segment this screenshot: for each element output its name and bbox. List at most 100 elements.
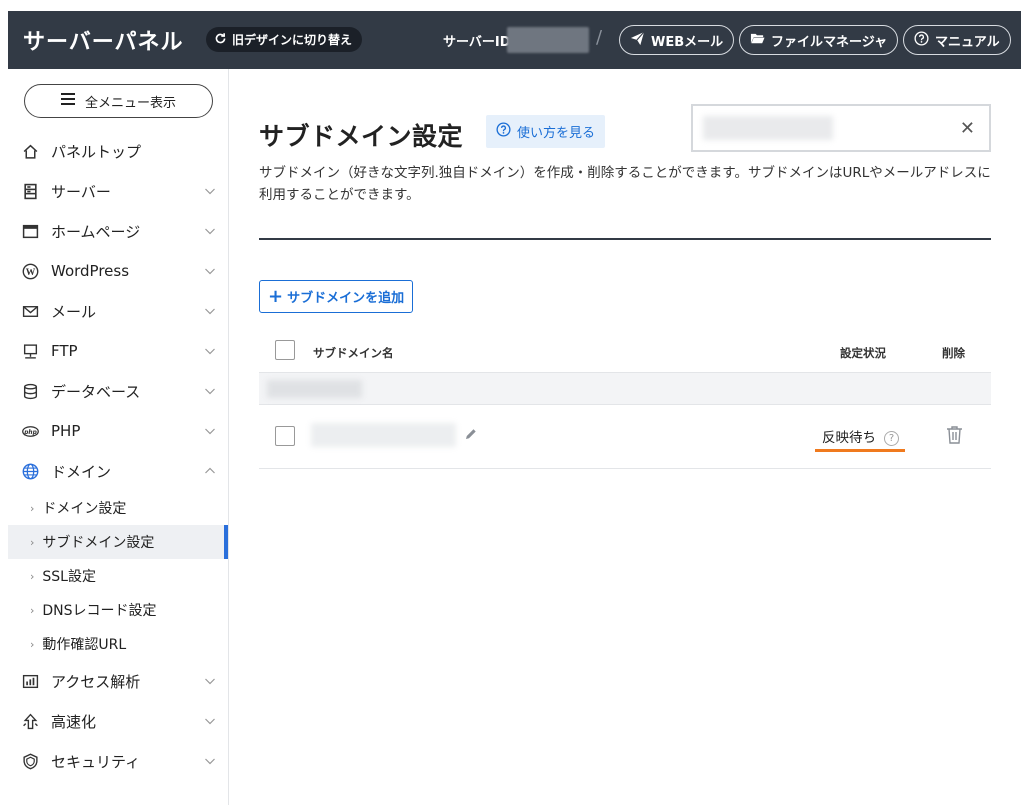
how-to-label: 使い方を見る <box>517 126 596 141</box>
column-header-delete: 削除 <box>942 346 965 360</box>
old-design-label: 旧デザインに切り替え <box>232 33 353 47</box>
select-all-checkbox[interactable] <box>275 340 295 360</box>
sidebar-item-access-analytics[interactable]: アクセス解析 <box>8 661 228 701</box>
speed-icon <box>22 713 39 730</box>
server-id-label: サーバーID <box>443 35 511 50</box>
trash-icon[interactable] <box>946 425 963 445</box>
sidebar-nav: パネルトップ サーバー ホームページ W WordPress メール FTP デ… <box>8 131 228 781</box>
help-icon[interactable]: ? <box>884 430 899 446</box>
chevron-down-icon <box>205 348 215 355</box>
chevron-down-icon <box>205 678 215 685</box>
sidebar-item-server[interactable]: サーバー <box>8 171 228 211</box>
shield-icon <box>22 753 39 770</box>
all-menu-button[interactable]: 全メニュー表示 <box>24 84 213 118</box>
all-menu-label: 全メニュー表示 <box>84 95 176 111</box>
sidebar-subitem-dns-record-settings[interactable]: › DNSレコード設定 <box>8 593 228 627</box>
status-text: 反映待ち? <box>822 426 899 446</box>
sidebar-subitem-ssl-settings[interactable]: › SSL設定 <box>8 559 228 593</box>
ftp-icon <box>22 343 39 360</box>
home-icon <box>22 143 39 160</box>
top-bar: サーバーパネル 旧デザインに切り替え サーバーID / WEBメール ファイルマ… <box>8 11 1021 69</box>
file-manager-label: ファイルマネージャ <box>771 34 888 50</box>
close-icon[interactable]: ✕ <box>960 118 975 139</box>
page-description: サブドメイン（好きな文字列.独自ドメイン）を作成・削除することができます。サブド… <box>259 165 991 203</box>
sidebar-item-label: パネルトップ <box>51 142 142 161</box>
sidebar-subitem-label: DNSレコード設定 <box>42 603 157 619</box>
sidebar-subitem-test-url[interactable]: › 動作確認URL <box>8 627 228 661</box>
row-checkbox[interactable] <box>275 426 295 446</box>
add-subdomain-label: サブドメインを追加 <box>287 291 405 306</box>
manual-label: マニュアル <box>935 34 1000 50</box>
svg-text:W: W <box>26 267 36 278</box>
php-icon: php <box>22 423 39 440</box>
webmail-label: WEBメール <box>651 34 724 50</box>
app-frame: サーバーパネル 旧デザインに切り替え サーバーID / WEBメール ファイルマ… <box>8 11 1021 805</box>
sidebar: 全メニュー表示 パネルトップ サーバー ホームページ W WordPress メ… <box>8 69 229 805</box>
column-header-subdomain: サブドメイン名 <box>313 346 394 360</box>
header-separator: / <box>596 27 603 48</box>
sidebar-item-label: FTP <box>51 342 78 360</box>
sidebar-item-label: メール <box>51 302 97 321</box>
sidebar-subitem-domain-settings[interactable]: › ドメイン設定 <box>8 491 228 525</box>
domain-filter-field[interactable]: ✕ <box>691 104 991 152</box>
database-icon <box>22 383 39 400</box>
chevron-down-icon <box>205 758 215 765</box>
sidebar-subitem-label: SSL設定 <box>42 569 96 585</box>
chart-icon <box>22 673 39 690</box>
chevron-down-icon <box>205 718 215 725</box>
globe-icon <box>22 463 39 480</box>
sidebar-item-label: ドメイン <box>51 462 112 481</box>
sidebar-item-homepage[interactable]: ホームページ <box>8 211 228 251</box>
chevron-right-icon: › <box>30 603 35 617</box>
file-manager-button[interactable]: ファイルマネージャ <box>739 25 899 55</box>
sidebar-item-wordpress[interactable]: W WordPress <box>8 251 228 291</box>
chevron-right-icon: › <box>30 501 35 515</box>
sidebar-item-database[interactable]: データベース <box>8 371 228 411</box>
help-circle-icon <box>496 122 511 141</box>
sidebar-item-label: PHP <box>51 422 81 440</box>
sidebar-item-label: セキュリティ <box>51 752 141 771</box>
chevron-down-icon <box>205 388 215 395</box>
brand-title: サーバーパネル <box>23 30 184 55</box>
chevron-up-icon <box>205 467 215 474</box>
sidebar-item-panel-top[interactable]: パネルトップ <box>8 131 228 171</box>
pencil-icon[interactable] <box>464 427 478 441</box>
refresh-icon <box>214 32 227 48</box>
status-underline <box>815 449 905 452</box>
domain-group-redacted <box>267 380 362 398</box>
webmail-button[interactable]: WEBメール <box>619 25 735 55</box>
sidebar-item-security[interactable]: セキュリティ <box>8 741 228 781</box>
sidebar-item-label: WordPress <box>51 262 130 280</box>
chevron-right-icon: › <box>30 569 35 583</box>
sidebar-item-label: ホームページ <box>51 222 141 241</box>
how-to-button[interactable]: 使い方を見る <box>486 115 606 148</box>
add-subdomain-button[interactable]: + サブドメインを追加 <box>259 280 414 313</box>
sidebar-item-speedup[interactable]: 高速化 <box>8 701 228 741</box>
sidebar-item-label: 高速化 <box>51 712 97 731</box>
folder-open-icon <box>750 31 765 50</box>
plus-icon: + <box>268 285 284 307</box>
sidebar-item-label: データベース <box>51 382 141 401</box>
sidebar-item-ftp[interactable]: FTP <box>8 331 228 371</box>
sidebar-subitem-subdomain-settings[interactable]: › サブドメイン設定 <box>8 525 228 559</box>
section-divider <box>259 238 991 240</box>
server-icon <box>22 183 39 200</box>
sidebar-item-domain[interactable]: ドメイン <box>8 451 228 491</box>
browser-icon <box>22 223 39 240</box>
old-design-toggle[interactable]: 旧デザインに切り替え <box>206 27 363 52</box>
sidebar-item-label: アクセス解析 <box>51 672 141 691</box>
column-header-status: 設定状況 <box>840 346 886 360</box>
chevron-down-icon <box>205 268 215 275</box>
chevron-right-icon: › <box>30 535 35 549</box>
subdomain-name-redacted <box>311 423 456 447</box>
sidebar-item-php[interactable]: php PHP <box>8 411 228 451</box>
paper-plane-icon <box>630 31 645 50</box>
manual-button[interactable]: マニュアル <box>903 25 1011 55</box>
chevron-right-icon: › <box>30 637 35 651</box>
sidebar-item-mail[interactable]: メール <box>8 291 228 331</box>
domain-filter-redacted <box>703 116 833 140</box>
svg-text:php: php <box>23 429 37 435</box>
domain-group-row <box>259 373 991 405</box>
page-title: サブドメイン設定 <box>259 122 464 151</box>
sidebar-subitem-label: 動作確認URL <box>42 637 127 653</box>
